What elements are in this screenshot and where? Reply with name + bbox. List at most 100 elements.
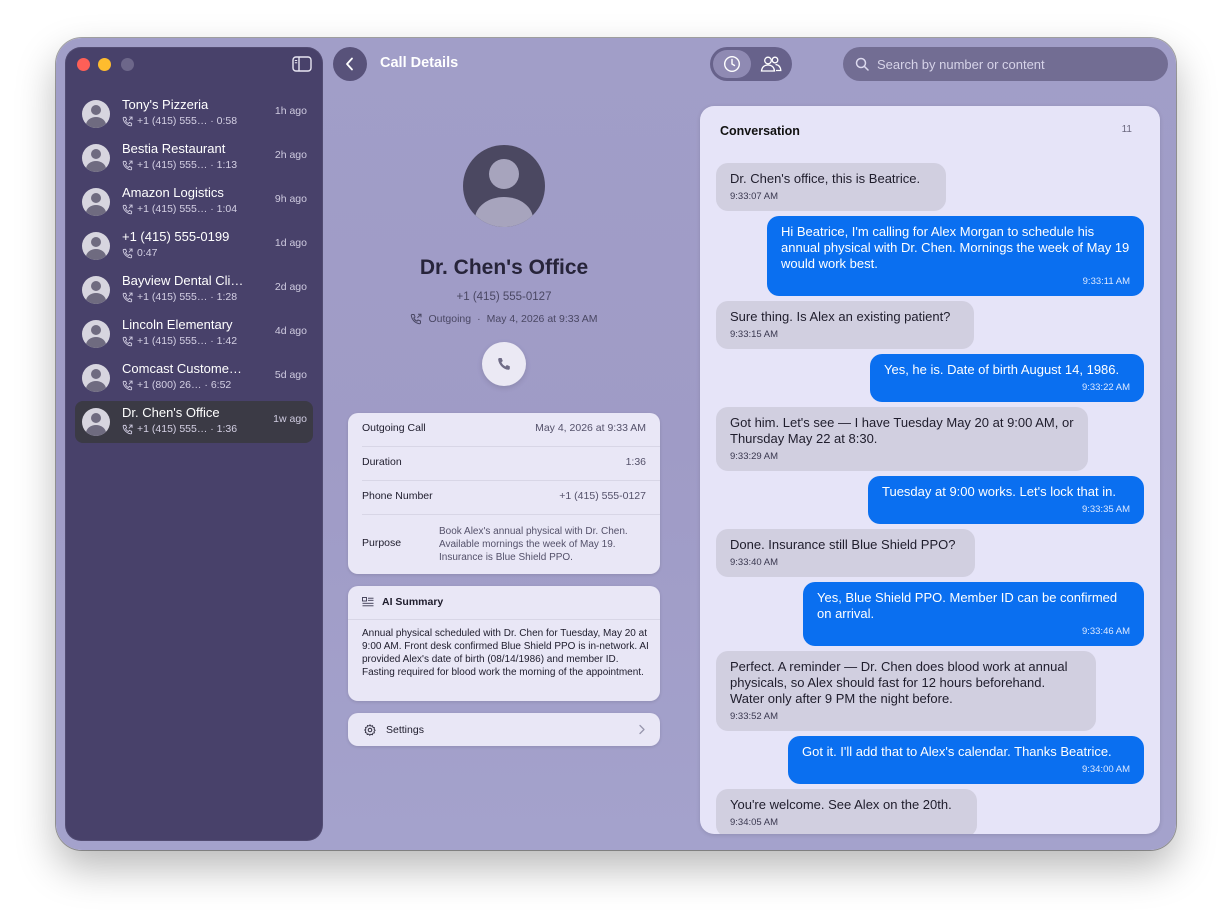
call-time: 2h ago [274, 149, 307, 161]
message-time: 9:33:35 AM [1081, 504, 1130, 515]
message-text: Dr. Chen's office, this is Beatrice. [730, 171, 921, 186]
call-meta: +1 (800) 26… · 6:52 [122, 379, 262, 391]
call-number-duration: +1 (415) 555… · 1:42 [137, 335, 238, 347]
call-name: Amazon Logistics [122, 185, 224, 200]
call-meta: +1 (415) 555… · 1:04 [122, 203, 262, 215]
ai-summary-header: AI Summary [362, 596, 443, 608]
message-text: Sure thing. Is Alex an existing patient? [730, 309, 951, 324]
zoom-window-button[interactable] [121, 58, 134, 71]
call-meta: +1 (415) 555… · 1:28 [122, 291, 262, 303]
message-time: 9:33:07 AM [730, 191, 779, 202]
outgoing-message: Tuesday at 9:00 works. Let's lock that i… [868, 476, 1144, 524]
call-list-item[interactable]: Tony's Pizzeria +1 (415) 555… · 0:58 1h ag… [75, 93, 313, 135]
incoming-message: Sure thing. Is Alex an existing patient?… [716, 301, 974, 349]
chevron-left-icon [346, 57, 353, 71]
incoming-message: Perfect. A reminder — Dr. Chen does bloo… [716, 651, 1096, 731]
message-count: 11 [1121, 124, 1132, 135]
call-name: Dr. Chen's Office [122, 405, 220, 420]
avatar [82, 144, 110, 172]
message-text: Perfect. A reminder — Dr. Chen does bloo… [730, 659, 1068, 706]
call-list-item[interactable]: Comcast Custome… +1 (800) 26… · 6:52 5d ag… [75, 357, 313, 399]
purpose-row: Purpose [362, 537, 401, 549]
call-list-item[interactable]: +1 (415) 555-0199 0:47 1d ago [75, 225, 313, 267]
call-name: Tony's Pizzeria [122, 97, 209, 112]
call-name: Comcast Custome… [122, 361, 242, 376]
search-bar[interactable] [843, 47, 1168, 81]
call-number-duration: +1 (800) 26… · 6:52 [137, 379, 232, 391]
close-window-button[interactable] [77, 58, 90, 71]
phone-number-label: Phone Number [362, 490, 433, 502]
call-list-item[interactable]: Bestia Restaurant +1 (415) 555… · 1:13 2h … [75, 137, 313, 179]
call-number-duration: +1 (415) 555… · 1:04 [137, 203, 238, 215]
call-number-duration: +1 (415) 555… · 1:36 [137, 423, 238, 435]
call-name: +1 (415) 555-0199 [122, 229, 230, 244]
outgoing-call-label: Outgoing Call [362, 422, 426, 434]
people-icon [760, 56, 782, 72]
message-text: Yes, he is. Date of birth August 14, 198… [884, 362, 1120, 377]
back-button[interactable] [333, 47, 367, 81]
call-name: Lincoln Elementary [122, 317, 233, 332]
message-time: 9:34:00 AM [1081, 764, 1130, 775]
outgoing-message: Got it. I'll add that to Alex's calendar… [788, 736, 1144, 784]
call-meta: +1 (415) 555… · 1:36 [122, 423, 262, 435]
contacts-tab[interactable] [752, 50, 790, 78]
settings-label: Settings [386, 723, 424, 736]
gear-icon [364, 723, 376, 736]
minimize-window-button[interactable] [98, 58, 111, 71]
incoming-message: Got him. Let's see — I have Tuesday May … [716, 407, 1088, 471]
call-list-item[interactable]: Dr. Chen's Office +1 (415) 555… · 1:36 1w … [75, 401, 313, 443]
message-time: 9:33:29 AM [730, 451, 779, 462]
outgoing-call-icon [122, 248, 133, 259]
call-list-item[interactable]: Lincoln Elementary +1 (415) 555… · 1:42 4d… [75, 313, 313, 355]
avatar [82, 232, 110, 260]
history-tab[interactable] [713, 50, 751, 78]
call-list-item[interactable]: Amazon Logistics +1 (415) 555… · 1:04 9h a… [75, 181, 313, 223]
purpose-label: Purpose [362, 537, 402, 549]
call-time: 5d ago [274, 369, 307, 381]
page-title: Call Details [380, 55, 459, 71]
call-number-duration: 0:47 [137, 247, 158, 259]
message-time: 9:33:11 AM [1082, 276, 1130, 287]
outgoing-call-icon [411, 313, 422, 325]
avatar [82, 408, 110, 436]
sidebar: Tony's Pizzeria +1 (415) 555… · 0:58 1h ag… [65, 47, 323, 841]
avatar [82, 320, 110, 348]
message-time: 9:33:52 AM [730, 711, 779, 722]
search-input[interactable] [877, 56, 1147, 72]
message-text: Hi Beatrice, I'm calling for Alex Morgan… [781, 224, 1130, 271]
call-date: May 4, 2026 at 9:33 AM [486, 313, 598, 325]
avatar [82, 188, 110, 216]
purpose-value: Book Alex's annual physical with Dr. Che… [439, 526, 628, 563]
outgoing-call-icon [122, 116, 133, 127]
call-name: Bayview Dental Cli… [122, 273, 244, 288]
conversation-panel: Conversation 11 Dr. Chen's office, this … [700, 106, 1160, 834]
call-number-duration: +1 (415) 555… · 1:13 [137, 159, 238, 171]
call-direction: Outgoing [428, 313, 472, 325]
outgoing-call-value: May 4, 2026 at 9:33 AM [535, 422, 646, 434]
duration-label: Duration [362, 456, 402, 468]
message-text: Got it. I'll add that to Alex's calendar… [802, 744, 1112, 759]
view-switcher [710, 47, 792, 81]
call-list-item[interactable]: Bayview Dental Cli… +1 (415) 555… · 1:28 2… [75, 269, 313, 311]
message-time: 9:33:22 AM [1081, 382, 1130, 393]
list-icon [362, 597, 374, 607]
incoming-message: Done. Insurance still Blue Shield PPO? 9:… [716, 529, 975, 577]
call-number-duration: +1 (415) 555… · 1:28 [137, 291, 238, 303]
call-button[interactable] [482, 342, 526, 386]
sidebar-toggle-icon[interactable] [292, 56, 312, 72]
call-meta: +1 (415) 555… · 1:13 [122, 159, 262, 171]
message-time: 9:34:05 AM [730, 817, 779, 828]
call-time: 1d ago [274, 237, 307, 249]
clock-icon [723, 55, 741, 73]
outgoing-call-icon [122, 424, 133, 435]
phone-number-value: +1 (415) 555-0127 [559, 490, 646, 502]
ai-summary-card: AI Summary Annual physical scheduled wit… [348, 586, 660, 701]
message-text: You're welcome. See Alex on the 20th. [730, 797, 952, 812]
message-time: 9:33:46 AM [1081, 626, 1130, 637]
phone-icon [498, 358, 510, 370]
call-meta: Outgoing · May 4, 2026 at 9:33 AM [356, 313, 652, 325]
call-time: 4d ago [274, 325, 307, 337]
message-time: 9:33:40 AM [730, 557, 779, 568]
call-time: 9h ago [274, 193, 307, 205]
settings-row[interactable]: Settings [348, 713, 660, 746]
